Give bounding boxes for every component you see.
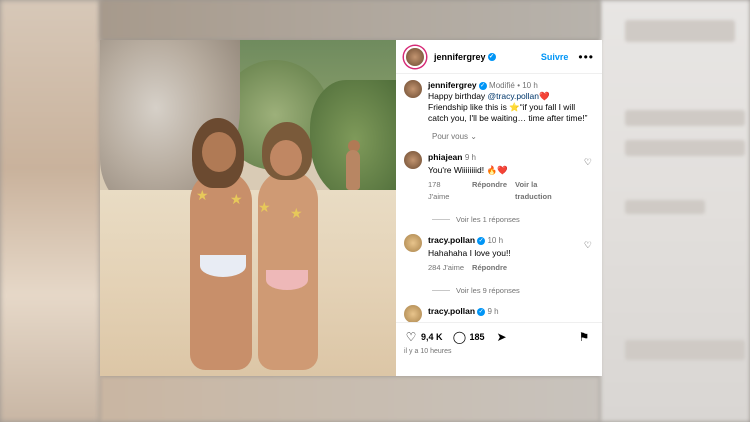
comment-time: 10 h xyxy=(487,236,504,245)
post-timestamp: il y a 10 heures xyxy=(404,348,452,355)
mention-link[interactable]: @tracy.pollan xyxy=(488,91,539,101)
modified-label: Modifié xyxy=(489,81,515,90)
blurred-background-bottom xyxy=(100,376,600,422)
blurred-background-left xyxy=(0,0,100,422)
post-header: jennifergrey ✓ Suivre ••• xyxy=(396,40,602,74)
reply-button[interactable]: Répondre xyxy=(472,262,507,274)
censor-star-icon: ★ xyxy=(230,191,243,207)
photo-face-right xyxy=(270,140,302,176)
comment-time: 9 h xyxy=(464,153,476,162)
comment-icon[interactable]: ◯ xyxy=(453,330,467,344)
author-name[interactable]: jennifergrey xyxy=(434,52,486,62)
heart-icon[interactable]: ♡ xyxy=(584,157,592,168)
comment-author[interactable]: phiajean xyxy=(428,152,462,162)
blurred-background-top xyxy=(100,0,600,40)
blurred-text xyxy=(625,200,705,214)
verified-icon: ✓ xyxy=(477,236,486,245)
reply-button[interactable]: Répondre xyxy=(472,179,507,203)
caption-time: 10 h xyxy=(522,81,538,90)
censor-star-icon: ★ xyxy=(196,187,209,203)
view-replies-button[interactable]: Voir les 1 réponses xyxy=(432,215,594,224)
for-you-dropdown[interactable]: Pour vous ⌄ xyxy=(432,132,594,141)
blurred-text xyxy=(625,110,745,126)
verified-icon: ✓ xyxy=(477,307,486,316)
follow-button[interactable]: Suivre xyxy=(541,52,569,62)
comment-text: Hahahaha I love you!! xyxy=(428,248,511,258)
blurred-text xyxy=(625,20,735,42)
caption-text: Friendship like this is ⭐️“if you fall I… xyxy=(428,102,588,123)
caption-text: Happy birthday xyxy=(428,91,488,101)
avatar[interactable] xyxy=(404,80,422,98)
comment-author[interactable]: tracy.pollan xyxy=(428,306,475,316)
comment-time: 9 h xyxy=(487,307,499,316)
comment-likes[interactable]: 284 J'aime xyxy=(428,262,464,274)
translate-button[interactable]: Voir la traduction xyxy=(515,179,576,203)
photo-face-left xyxy=(202,132,236,172)
avatar[interactable] xyxy=(404,305,422,322)
blurred-text xyxy=(625,340,745,360)
likes-count[interactable]: 9,4 K xyxy=(421,332,443,342)
action-bar: ♡ 9,4 K ◯ 185 ➤ ⚑ il y a 10 heures xyxy=(396,322,602,376)
heart-emoji: ❤️ xyxy=(539,91,550,101)
censor-star-icon: ★ xyxy=(290,205,303,221)
avatar[interactable] xyxy=(404,234,422,252)
comment-author[interactable]: tracy.pollan xyxy=(428,235,475,245)
verified-icon: ✓ xyxy=(487,53,496,62)
blurred-text xyxy=(625,140,745,156)
heart-icon[interactable]: ♡ xyxy=(404,330,418,344)
instagram-post: ★ ★ ★ ★ jennifergrey ✓ Suivre ••• jennife… xyxy=(100,40,602,376)
post-caption: jennifergrey ✓ Modifié • 10 h Happy birth… xyxy=(404,80,594,124)
share-icon[interactable]: ➤ xyxy=(495,330,509,344)
censor-star-icon: ★ xyxy=(258,199,271,215)
post-author[interactable]: jennifergrey ✓ xyxy=(434,52,496,62)
photo-bikini-right xyxy=(266,270,308,290)
bookmark-icon[interactable]: ⚑ xyxy=(577,330,591,344)
comment: phiajean 9 h You're Wiiiiiiiid! 🔥❤️ 178 … xyxy=(404,151,594,203)
comment-likes[interactable]: 178 J'aime xyxy=(428,179,464,203)
post-photo[interactable]: ★ ★ ★ ★ xyxy=(100,40,396,376)
comments-list[interactable]: jennifergrey ✓ Modifié • 10 h Happy birth… xyxy=(396,74,602,322)
avatar[interactable] xyxy=(404,151,422,169)
caption-author[interactable]: jennifergrey xyxy=(428,80,477,90)
photo-bystander xyxy=(346,150,360,190)
post-sidebar: jennifergrey ✓ Suivre ••• jennifergrey ✓ M… xyxy=(396,40,602,376)
verified-icon: ✓ xyxy=(478,81,487,90)
avatar[interactable] xyxy=(404,45,426,68)
heart-icon[interactable]: ♡ xyxy=(584,240,592,251)
comment-text: You're Wiiiiiiiid! 🔥❤️ xyxy=(428,165,508,175)
photo-bikini-left xyxy=(200,255,246,277)
comment: tracy.pollan ✓ 10 h Hahahaha I love you!!… xyxy=(404,234,594,274)
comments-count: 185 xyxy=(469,332,485,342)
more-options-icon[interactable]: ••• xyxy=(578,50,594,64)
view-replies-button[interactable]: Voir les 9 réponses xyxy=(432,286,594,295)
comment: tracy.pollan ✓ 9 h xyxy=(404,305,594,322)
